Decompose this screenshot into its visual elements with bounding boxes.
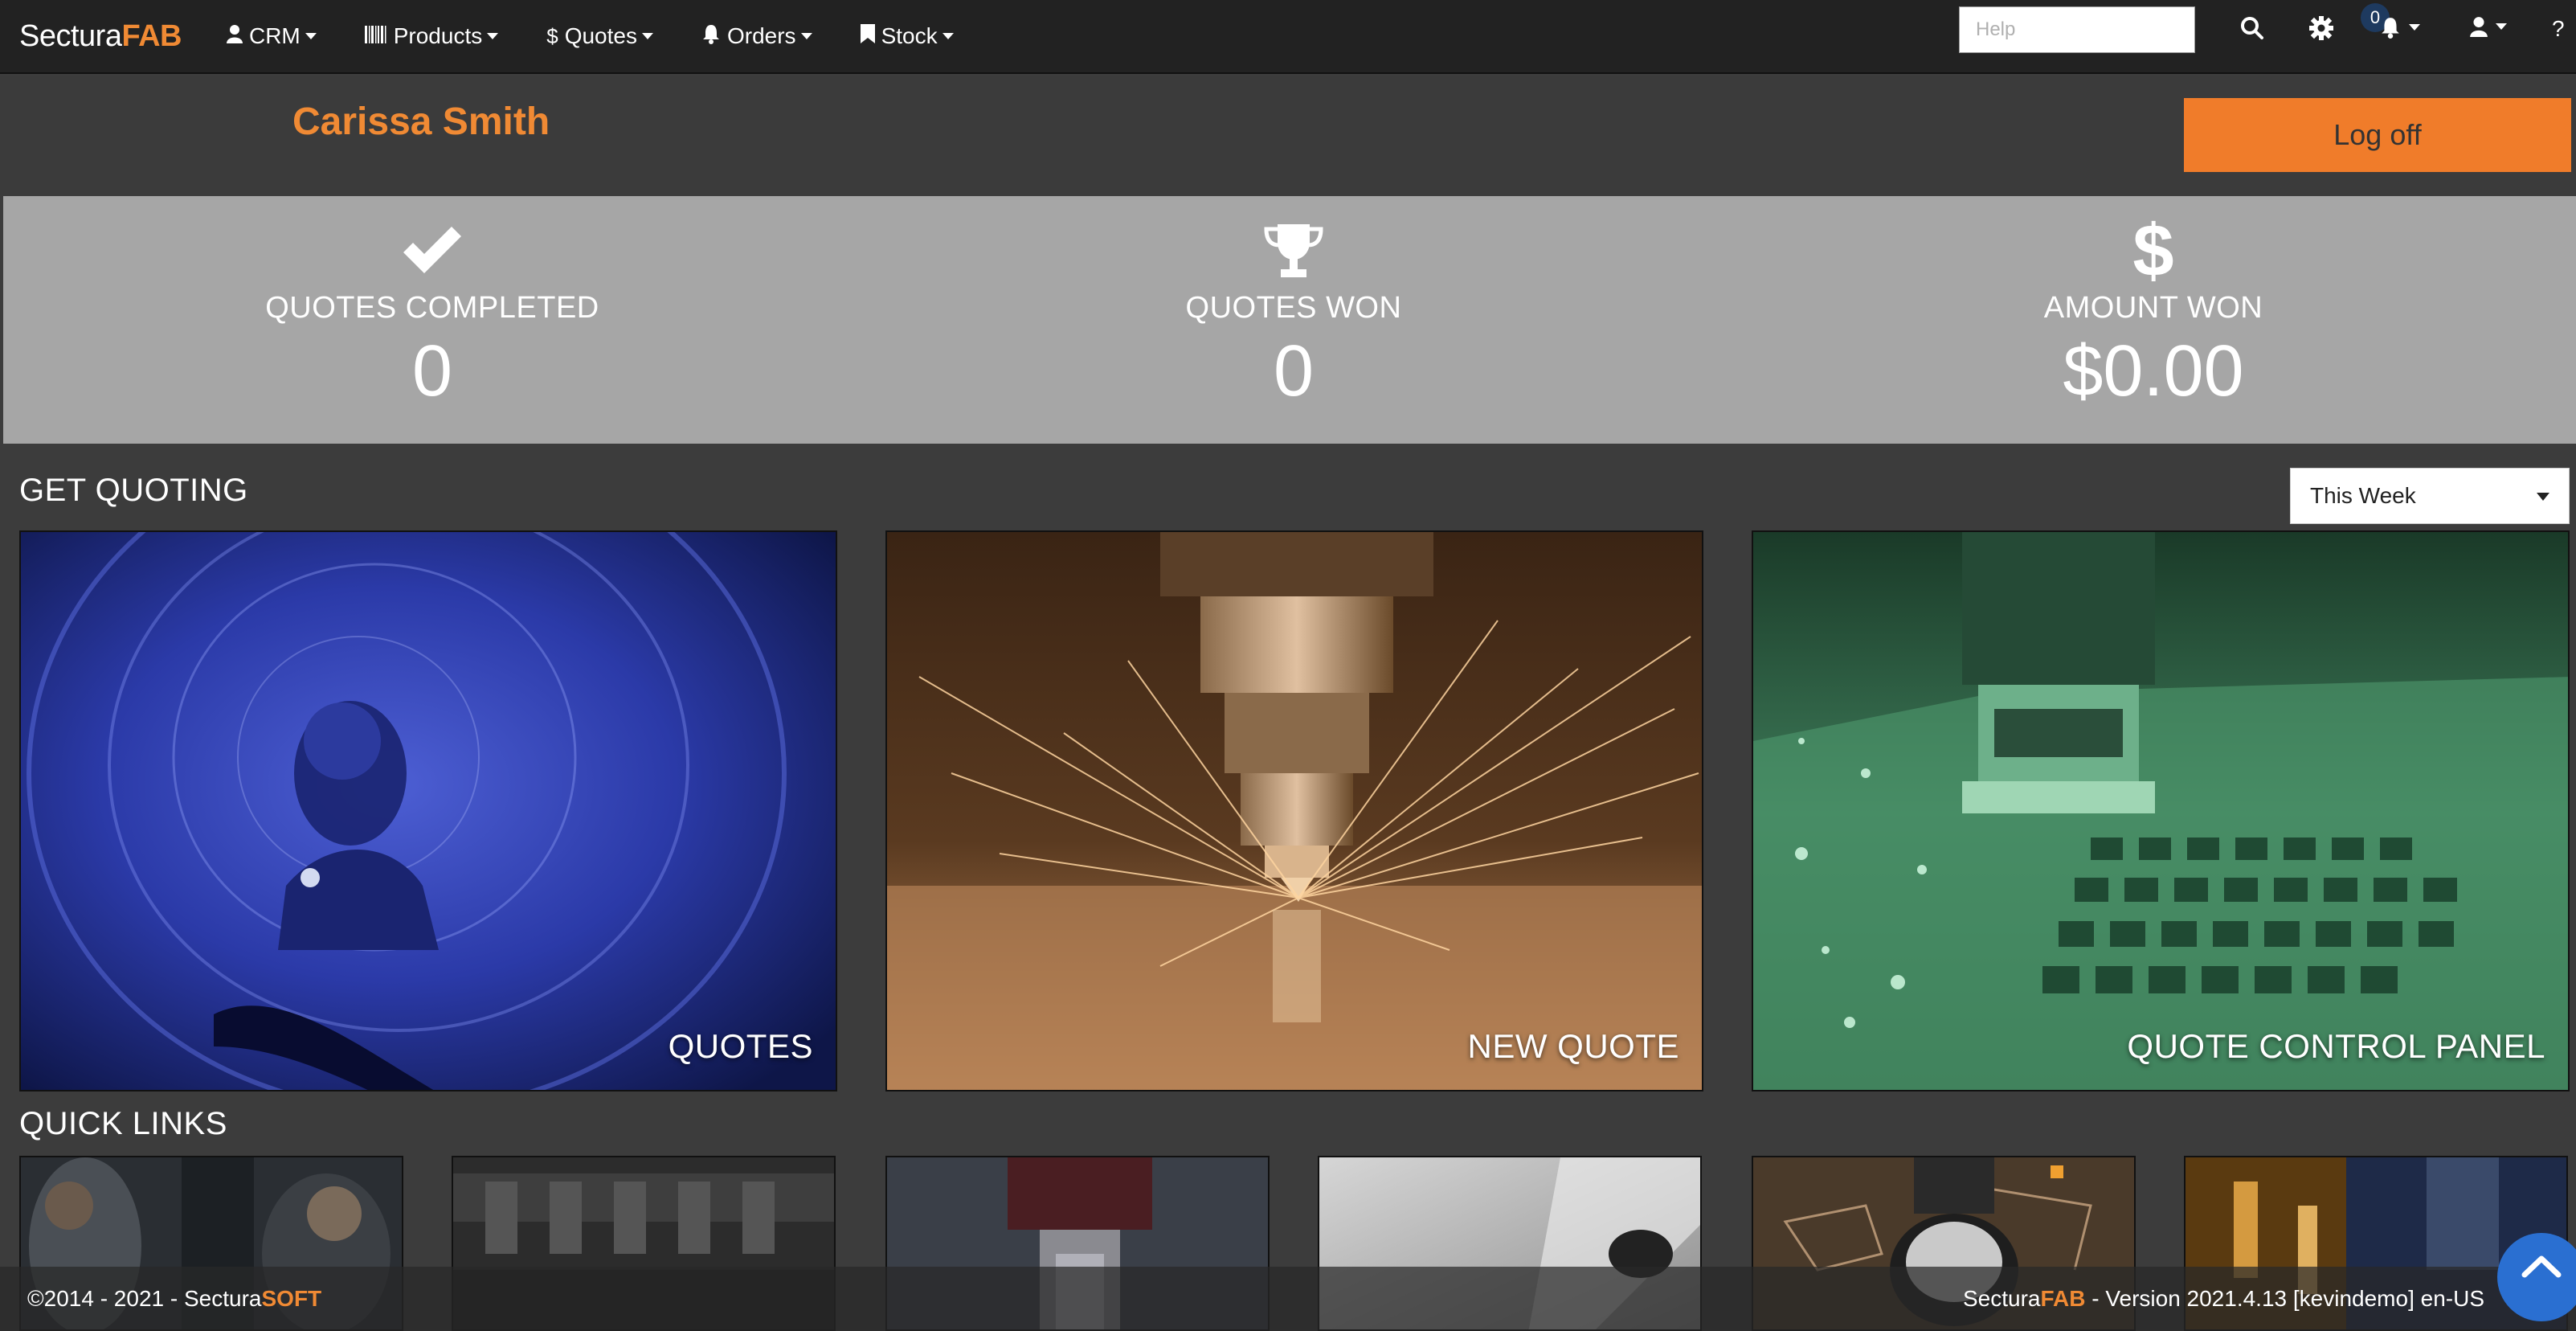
- chevron-up-icon: [2521, 1255, 2562, 1278]
- nav-label-products: Products: [393, 23, 483, 48]
- period-select[interactable]: This Week: [2290, 468, 2570, 524]
- dollar-icon: $: [546, 23, 558, 48]
- user-menu-icon[interactable]: [2470, 16, 2507, 37]
- help-search-input[interactable]: [1959, 6, 2195, 53]
- nav-item-quotes[interactable]: $ Quotes: [546, 23, 653, 49]
- new-quote-tile[interactable]: NEW QUOTE: [885, 530, 1703, 1091]
- brand-name-plain: Sectura: [19, 18, 122, 53]
- trophy-icon: [1053, 220, 1535, 281]
- main-nav-menu: CRM Products $ Quotes Orders Stock: [226, 23, 1002, 50]
- nav-item-orders[interactable]: Orders: [701, 23, 812, 50]
- stat-value: 0: [411, 331, 453, 412]
- pipe-welder-image: [21, 532, 836, 1090]
- nav-item-stock[interactable]: Stock: [860, 23, 954, 49]
- bell-icon: [701, 23, 721, 50]
- footer: ©2014 - 2021 - SecturaSOFT SecturaFAB - …: [0, 1267, 2576, 1331]
- chevron-down-icon: [487, 33, 499, 39]
- bookmark-icon: [860, 23, 875, 49]
- plasma-cutter-image: [1753, 532, 2568, 1090]
- quick-links-title: QUICK LINKS: [19, 1106, 227, 1141]
- user-name: Carissa Smith: [292, 100, 550, 143]
- chevron-down-icon: [2409, 24, 2420, 31]
- stat-label: QUOTES WON: [1185, 291, 1402, 325]
- tile-label: QUOTES: [668, 1027, 813, 1065]
- stats-panel: QUOTES COMPLETED 0 QUOTES WON 0 $ AMOUNT…: [3, 196, 2576, 444]
- top-navbar: SecturaFAB CRM Products $ Quotes Orders: [0, 0, 2576, 74]
- nav-item-crm[interactable]: CRM: [226, 23, 317, 49]
- quote-control-panel-tile[interactable]: QUOTE CONTROL PANEL: [1752, 530, 2570, 1091]
- stat-value: 0: [1273, 331, 1315, 412]
- tile-label: NEW QUOTE: [1467, 1027, 1679, 1065]
- user-icon: [226, 24, 243, 49]
- footer-copyright-accent: SOFT: [261, 1286, 322, 1311]
- scroll-to-top-button[interactable]: [2497, 1233, 2576, 1321]
- chevron-down-icon: [942, 33, 954, 39]
- footer-version-brand-plain: Sectura: [1962, 1286, 2041, 1311]
- period-select-value: This Week: [2310, 483, 2416, 508]
- footer-copyright: ©2014 - 2021 - SecturaSOFT: [27, 1286, 321, 1312]
- dropdown-arrow-icon: [2537, 493, 2549, 501]
- stat-label: QUOTES COMPLETED: [265, 291, 599, 325]
- footer-copyright-prefix: ©2014 - 2021 - Sectura: [27, 1286, 262, 1311]
- stat-quotes-won: QUOTES WON 0: [1053, 220, 1535, 413]
- get-quoting-title: GET QUOTING: [19, 473, 248, 508]
- nav-label-quotes: Quotes: [564, 23, 637, 48]
- footer-version: SecturaFAB - Version 2021.4.13 [kevindem…: [1963, 1286, 2484, 1312]
- user-bar: Carissa Smith Log off: [0, 76, 2576, 195]
- tile-label: QUOTE CONTROL PANEL: [2127, 1027, 2545, 1065]
- nav-label-crm: CRM: [248, 23, 301, 48]
- chevron-down-icon: [641, 33, 653, 39]
- stat-value: $0.00: [2063, 331, 2244, 412]
- search-icon[interactable]: [2240, 16, 2264, 40]
- gear-icon[interactable]: [2309, 16, 2333, 40]
- laser-cutter-image: [887, 532, 1702, 1090]
- help-icon[interactable]: ?: [2552, 16, 2565, 42]
- nav-label-orders: Orders: [726, 23, 796, 48]
- stat-quotes-completed: QUOTES COMPLETED 0: [191, 220, 673, 413]
- footer-version-text: - Version 2021.4.13 [kevindemo] en-US: [2085, 1286, 2484, 1311]
- brand-logo[interactable]: SecturaFAB: [19, 19, 182, 54]
- brand-name-accent: FAB: [121, 18, 182, 53]
- nav-item-products[interactable]: Products: [364, 23, 499, 49]
- nav-label-stock: Stock: [881, 23, 938, 48]
- stat-amount-won: $ AMOUNT WON $0.00: [1912, 210, 2394, 413]
- check-icon: [191, 220, 673, 281]
- notifications-bell-icon[interactable]: [2380, 16, 2420, 39]
- barcode-icon: [364, 24, 387, 49]
- stat-label: AMOUNT WON: [2043, 291, 2263, 325]
- quotes-tile[interactable]: QUOTES: [19, 530, 837, 1091]
- chevron-down-icon: [305, 33, 317, 39]
- chevron-down-icon: [800, 33, 812, 39]
- chevron-down-icon: [2496, 23, 2507, 30]
- footer-version-brand-accent: FAB: [2040, 1286, 2086, 1311]
- dollar-icon: $: [2132, 210, 2174, 292]
- log-off-button[interactable]: Log off: [2184, 98, 2571, 172]
